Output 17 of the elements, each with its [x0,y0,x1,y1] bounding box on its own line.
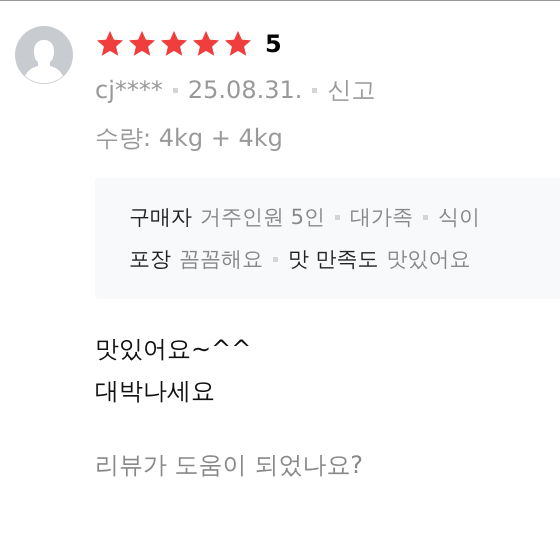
helpful-question: 리뷰가 도움이 되었나요? [95,450,364,481]
avatar-icon [15,26,73,84]
survey-label: 맛 만족도 [288,246,379,272]
survey-value: 꼼꼼해요 [179,246,263,272]
report-link[interactable]: 신고 [327,72,376,108]
survey-value: 식이 [438,204,480,231]
survey-value: 거주인원 5인 [200,204,326,231]
option-text: 수량: 4kg + 4kg [95,123,284,154]
survey-label: 구매자 [129,204,192,231]
review-text: 대박나세요 [95,376,216,407]
review-date: 25.08.31. [188,75,302,106]
rating-score: 5 [265,29,282,60]
review-text: 맛있어요~^^ [95,334,252,365]
user-name: cj**** [95,75,163,106]
survey-value: 대가족 [350,204,414,231]
survey-label: 포장 [129,246,171,272]
survey-value: 맛있어요 [386,246,471,272]
